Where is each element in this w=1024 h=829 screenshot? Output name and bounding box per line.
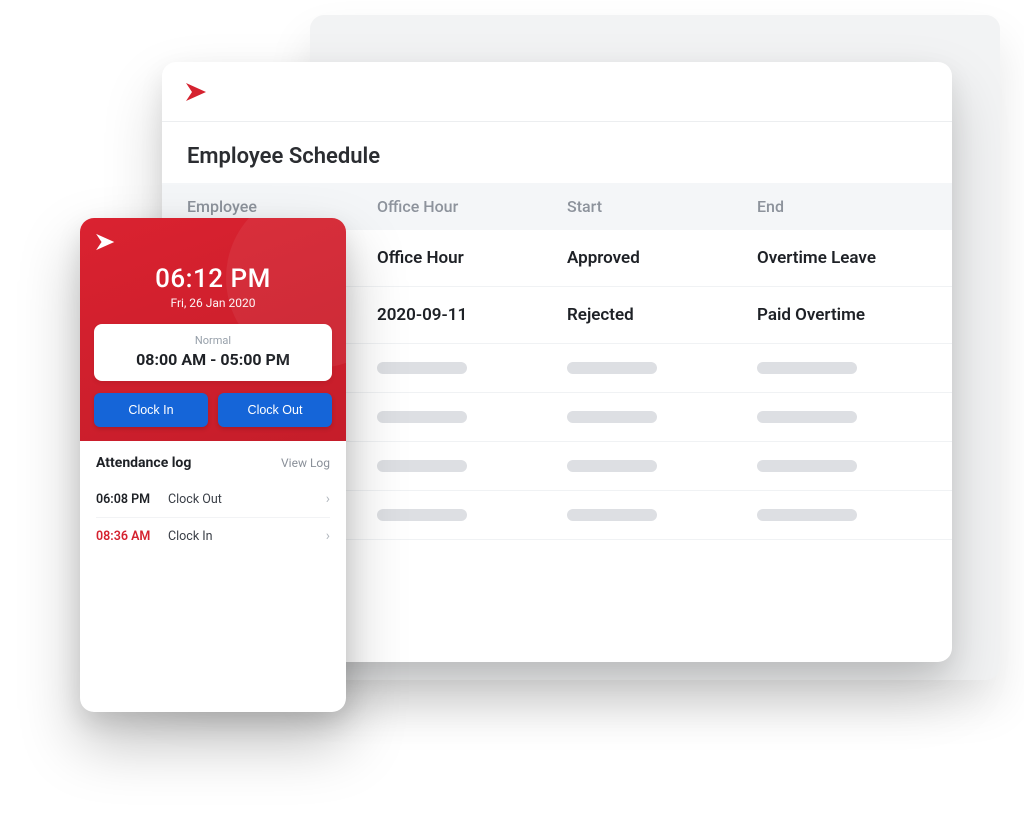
- shift-label: Normal: [106, 334, 320, 347]
- skeleton-cell: [567, 362, 657, 374]
- skeleton-cell: [377, 460, 467, 472]
- mobile-header: 06:12 PM Fri, 26 Jan 2020 Normal 08:00 A…: [80, 218, 346, 441]
- page-title: Employee Schedule: [162, 122, 952, 183]
- attendance-log-row[interactable]: 06:08 PM Clock Out ›: [96, 481, 330, 518]
- current-date: Fri, 26 Jan 2020: [94, 296, 332, 310]
- skeleton-cell: [377, 411, 467, 423]
- skeleton-cell: [567, 460, 657, 472]
- clock-in-button[interactable]: Clock In: [94, 393, 208, 427]
- cell-start: Rejected: [567, 305, 757, 325]
- current-time: 06:12 PM: [94, 264, 332, 294]
- attendance-title: Attendance log: [96, 455, 191, 471]
- skeleton-cell: [757, 411, 857, 423]
- shift-card: Normal 08:00 AM - 05:00 PM: [94, 324, 332, 381]
- cell-office-hour: Office Hour: [377, 248, 567, 268]
- skeleton-cell: [757, 509, 857, 521]
- cell-end: Overtime Leave: [757, 248, 927, 268]
- log-time: 06:08 PM: [96, 492, 168, 507]
- brand-arrow-icon: [94, 232, 332, 252]
- col-end: End: [757, 197, 927, 216]
- skeleton-cell: [377, 509, 467, 521]
- clock-button-row: Clock In Clock Out: [94, 393, 332, 427]
- chevron-right-icon: ›: [316, 528, 330, 544]
- log-action: Clock In: [168, 529, 316, 544]
- log-time: 08:36 AM: [96, 529, 168, 544]
- view-log-link[interactable]: View Log: [281, 456, 330, 470]
- chevron-right-icon: ›: [316, 491, 330, 507]
- skeleton-cell: [567, 509, 657, 521]
- skeleton-cell: [567, 411, 657, 423]
- col-employee: Employee: [187, 197, 377, 216]
- skeleton-cell: [757, 460, 857, 472]
- col-start: Start: [567, 197, 757, 216]
- skeleton-cell: [377, 362, 467, 374]
- attendance-section: Attendance log View Log 06:08 PM Clock O…: [80, 441, 346, 554]
- col-office-hour: Office Hour: [377, 197, 567, 216]
- clock-out-button[interactable]: Clock Out: [218, 393, 332, 427]
- attendance-header: Attendance log View Log: [96, 455, 330, 471]
- skeleton-cell: [757, 362, 857, 374]
- cell-start: Approved: [567, 248, 757, 268]
- shift-hours: 08:00 AM - 05:00 PM: [106, 350, 320, 369]
- cell-end: Paid Overtime: [757, 305, 927, 325]
- log-action: Clock Out: [168, 492, 316, 507]
- desktop-header: [162, 62, 952, 122]
- attendance-log-row[interactable]: 08:36 AM Clock In ›: [96, 518, 330, 554]
- mobile-panel: 06:12 PM Fri, 26 Jan 2020 Normal 08:00 A…: [80, 218, 346, 712]
- brand-arrow-icon: [184, 81, 212, 103]
- cell-office-hour: 2020-09-11: [377, 305, 567, 325]
